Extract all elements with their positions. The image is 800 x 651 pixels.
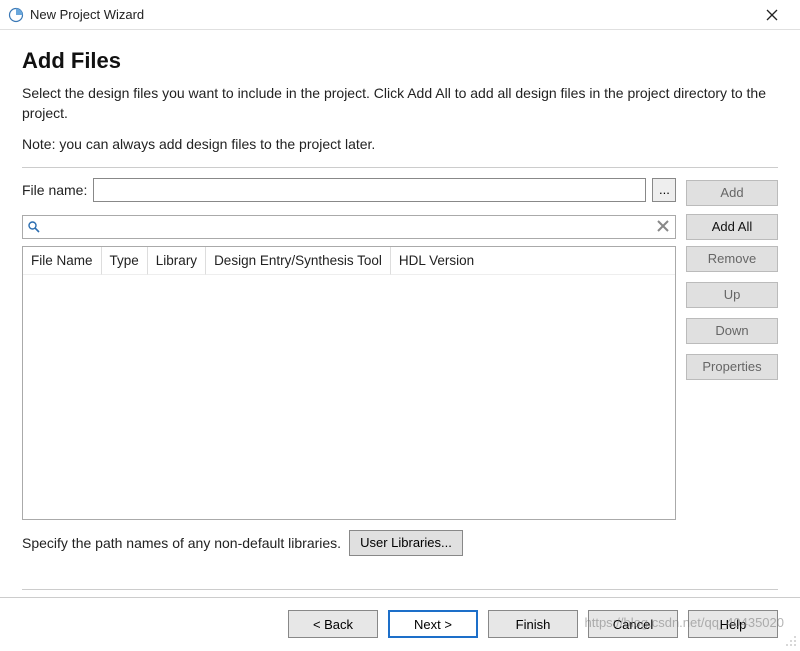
footer-separator: [22, 589, 778, 590]
cancel-button[interactable]: Cancel: [588, 610, 678, 638]
back-button[interactable]: < Back: [288, 610, 378, 638]
clear-filter-icon[interactable]: [657, 220, 671, 234]
browse-button[interactable]: ...: [652, 178, 676, 202]
next-button[interactable]: Next >: [388, 610, 478, 638]
files-table: File Name Type Library Design Entry/Synt…: [22, 246, 676, 520]
down-button[interactable]: Down: [686, 318, 778, 344]
search-icon: [27, 220, 41, 234]
add-button[interactable]: Add: [686, 180, 778, 206]
app-icon: [8, 7, 24, 23]
col-hdl-version[interactable]: HDL Version: [391, 247, 675, 275]
file-name-input[interactable]: [93, 178, 646, 202]
file-name-label: File name:: [22, 182, 87, 198]
filter-input[interactable]: [45, 218, 653, 235]
resize-grip[interactable]: [784, 634, 798, 648]
user-libraries-button[interactable]: User Libraries...: [349, 530, 463, 556]
separator: [22, 167, 778, 168]
footer-nav: < Back Next > Finish Cancel Help: [0, 597, 800, 638]
finish-button[interactable]: Finish: [488, 610, 578, 638]
col-type[interactable]: Type: [102, 247, 148, 275]
remove-button[interactable]: Remove: [686, 246, 778, 272]
col-file-name[interactable]: File Name: [23, 247, 102, 275]
up-button[interactable]: Up: [686, 282, 778, 308]
user-libraries-label: Specify the path names of any non-defaul…: [22, 535, 341, 551]
window-title: New Project Wizard: [30, 7, 144, 22]
add-all-button[interactable]: Add All: [686, 214, 778, 240]
page-title: Add Files: [22, 48, 778, 74]
properties-button[interactable]: Properties: [686, 354, 778, 380]
col-design-tool[interactable]: Design Entry/Synthesis Tool: [206, 247, 391, 275]
table-header: File Name Type Library Design Entry/Synt…: [23, 247, 675, 275]
page-description: Select the design files you want to incl…: [22, 84, 778, 123]
title-bar: New Project Wizard: [0, 0, 800, 30]
page-note: Note: you can always add design files to…: [22, 135, 778, 155]
close-button[interactable]: [752, 1, 792, 29]
filter-box: [22, 215, 676, 239]
col-library[interactable]: Library: [148, 247, 206, 275]
help-button[interactable]: Help: [688, 610, 778, 638]
close-icon: [766, 9, 778, 21]
